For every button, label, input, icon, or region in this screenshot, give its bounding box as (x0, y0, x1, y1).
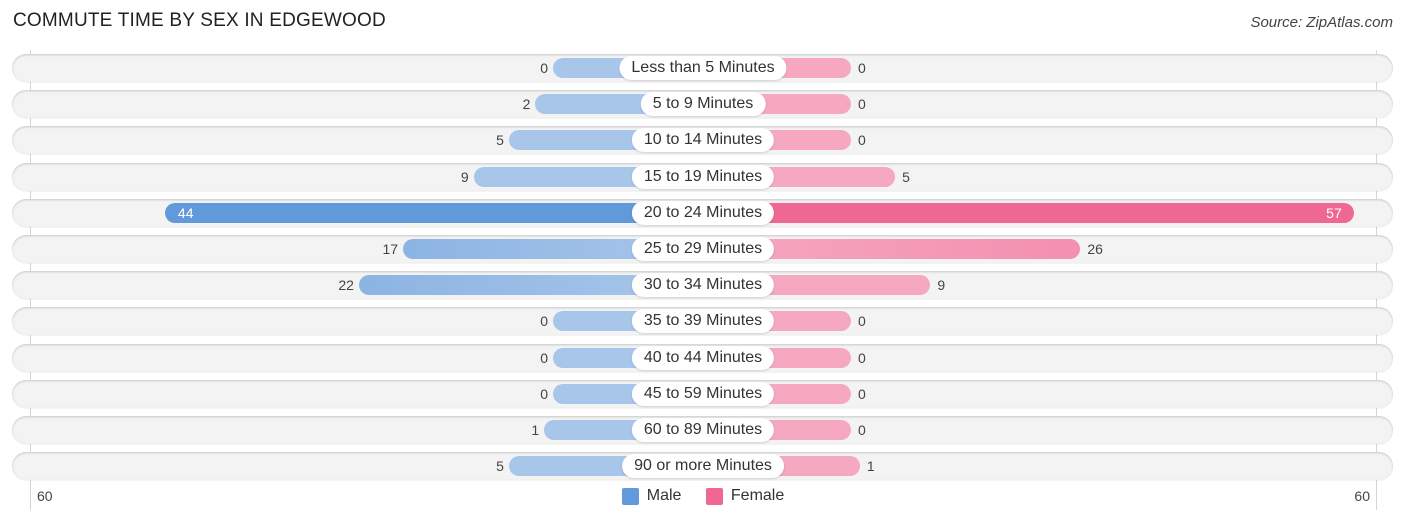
male-value-label: 22 (338, 277, 354, 294)
female-bar[interactable] (703, 202, 1354, 223)
female-value-label: 0 (858, 385, 866, 402)
category-label: 45 to 59 Minutes (631, 381, 775, 406)
male-value-label: 0 (540, 385, 548, 402)
female-value-label: 0 (858, 313, 866, 330)
female-value-label: 9 (937, 277, 946, 294)
legend-item-female[interactable]: Female (705, 487, 785, 505)
legend-label-male: Male (646, 487, 682, 504)
source-label: Source: ZipAtlas.com (1250, 14, 1393, 31)
category-label: 35 to 39 Minutes (631, 309, 775, 334)
legend-item-male[interactable]: Male (621, 487, 682, 505)
female-value-label: 0 (858, 60, 866, 76)
category-label: 25 to 29 Minutes (631, 237, 775, 261)
legend: Male Female (0, 487, 1406, 510)
legend-label-female: Female (730, 487, 785, 504)
male-value-label: 9 (460, 168, 469, 185)
legend-swatch-male (621, 487, 639, 505)
category-label: Less than 5 Minutes (619, 56, 787, 80)
chart-title: COMMUTE TIME BY SEX IN EDGEWOOD (13, 10, 386, 31)
female-value-label: 1 (866, 458, 875, 475)
male-value-label: 1 (531, 422, 540, 438)
legend-swatch-female (705, 487, 723, 505)
category-label: 15 to 19 Minutes (631, 164, 775, 189)
female-value-label: 0 (858, 422, 866, 438)
category-label: 90 or more Minutes (622, 454, 784, 479)
female-value-label: 57 (1326, 204, 1342, 221)
female-value-label: 0 (858, 132, 866, 149)
male-value-label: 5 (496, 458, 504, 475)
male-value-label: 5 (496, 132, 504, 149)
female-value-label: 26 (1087, 241, 1103, 257)
male-value-label: 0 (540, 313, 548, 330)
male-value-label: 0 (540, 349, 548, 366)
category-label: 30 to 34 Minutes (631, 273, 775, 298)
female-value-label: 5 (902, 168, 910, 185)
category-label: 5 to 9 Minutes (640, 92, 766, 117)
male-bar[interactable] (164, 202, 703, 223)
male-value-label: 17 (382, 241, 399, 257)
category-label: 60 to 89 Minutes (631, 418, 775, 442)
male-value-label: 0 (540, 60, 548, 76)
female-value-label: 0 (858, 349, 866, 366)
category-label: 40 to 44 Minutes (631, 345, 775, 370)
male-value-label: 44 (177, 204, 194, 221)
category-label: 10 to 14 Minutes (631, 128, 775, 153)
male-value-label: 2 (522, 96, 531, 113)
female-value-label: 0 (858, 96, 866, 113)
category-label: 20 to 24 Minutes (631, 200, 775, 225)
